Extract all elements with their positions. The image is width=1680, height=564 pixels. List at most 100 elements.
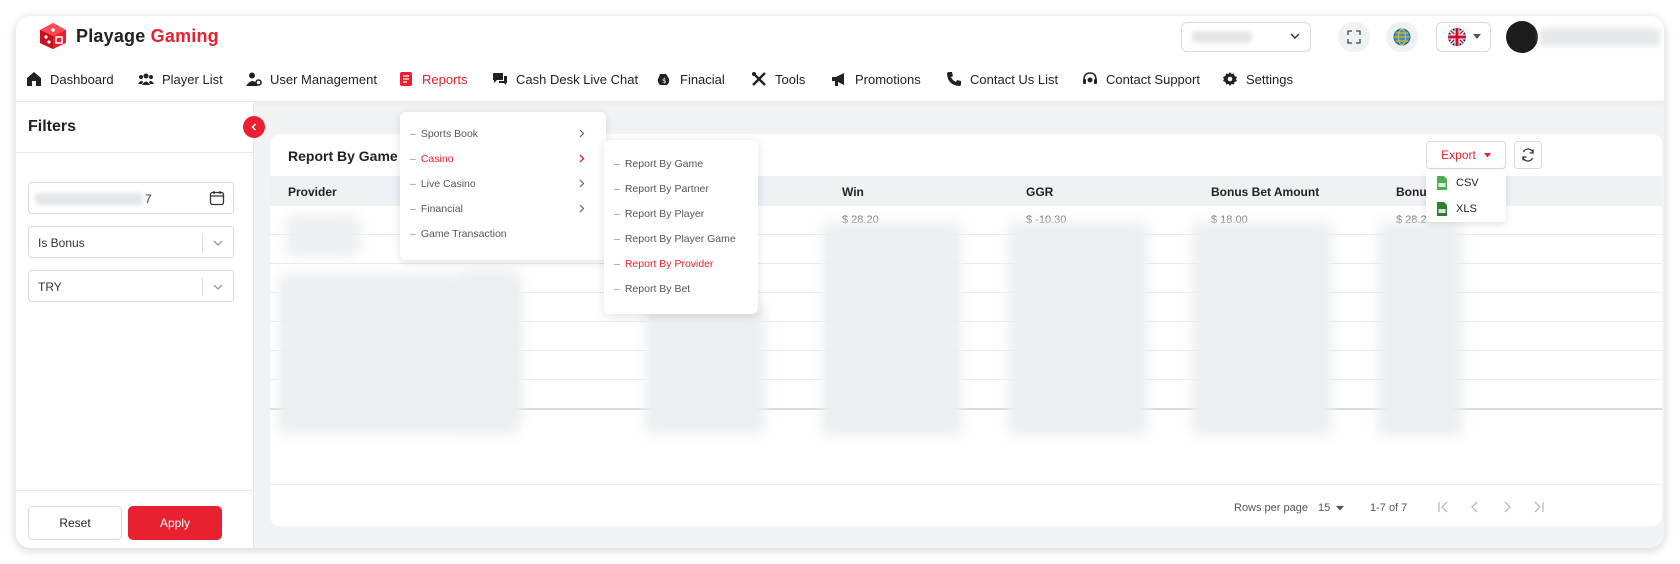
nav-reports[interactable]: Reports bbox=[398, 56, 468, 102]
brand-name: Playage Gaming bbox=[76, 25, 219, 46]
column-header-ggr[interactable]: GGR bbox=[1026, 185, 1053, 199]
menu-item-label: Report By Partner bbox=[624, 183, 709, 195]
export-dropdown-menu: CSV XLS bbox=[1426, 170, 1506, 222]
column-header-bonus-bet-amount[interactable]: Bonus Bet Amount bbox=[1211, 185, 1319, 199]
rows-per-page-select[interactable]: 15 bbox=[1318, 502, 1345, 514]
nav-settings[interactable]: Settings bbox=[1222, 56, 1293, 102]
nav-cash-desk-live-chat[interactable]: Cash Desk Live Chat bbox=[492, 56, 638, 102]
nav-player-list[interactable]: Player List bbox=[138, 56, 223, 102]
submenu-item-report-by-provider[interactable]: – Report By Provider bbox=[614, 258, 714, 270]
nav-label: Contact Support bbox=[1106, 71, 1200, 87]
fullscreen-icon bbox=[1347, 30, 1361, 44]
menu-item-live-casino[interactable]: – Live Casino bbox=[410, 178, 476, 190]
divider bbox=[16, 490, 254, 491]
tools-icon bbox=[752, 72, 766, 86]
brand-logo[interactable]: Playage Gaming bbox=[38, 22, 219, 50]
chat-icon bbox=[493, 73, 507, 85]
report-icon bbox=[400, 72, 412, 86]
chevron-down-icon bbox=[1290, 33, 1300, 39]
first-page-icon[interactable] bbox=[1436, 500, 1450, 514]
export-xls-item[interactable]: XLS bbox=[1436, 202, 1477, 216]
calendar-icon bbox=[209, 191, 225, 206]
previous-page-icon[interactable] bbox=[1468, 500, 1482, 514]
bonus-select[interactable]: Is Bonus bbox=[28, 226, 234, 258]
submenu-item-report-by-player[interactable]: – Report By Player bbox=[614, 208, 704, 220]
collapse-sidebar-button[interactable] bbox=[243, 116, 265, 138]
nav-label: Reports bbox=[422, 71, 468, 87]
gear-icon bbox=[1223, 72, 1237, 86]
menu-item-label: Casino bbox=[420, 153, 454, 165]
currency-select-value: TRY bbox=[38, 280, 62, 294]
submenu-item-report-by-partner[interactable]: – Report By Partner bbox=[614, 183, 709, 195]
user-name[interactable] bbox=[1540, 28, 1660, 46]
submenu-item-report-by-player-game[interactable]: – Report By Player Game bbox=[614, 233, 736, 245]
submenu-item-report-by-game[interactable]: – Report By Game bbox=[614, 158, 703, 170]
filters-title: Filters bbox=[28, 118, 77, 135]
nav-contact-us-list[interactable]: Contact Us List bbox=[946, 56, 1058, 102]
export-button[interactable]: Export bbox=[1426, 141, 1506, 169]
last-page-icon[interactable] bbox=[1532, 500, 1546, 514]
chevron-down-icon bbox=[213, 240, 223, 246]
megaphone-icon bbox=[832, 73, 844, 86]
column-header-provider[interactable]: Provider bbox=[288, 185, 337, 199]
timezone-button[interactable] bbox=[1386, 22, 1418, 52]
export-csv-label: CSV bbox=[1456, 177, 1479, 189]
nav-label: Cash Desk Live Chat bbox=[516, 71, 639, 87]
site-select[interactable] bbox=[1181, 22, 1311, 52]
chevron-left-icon bbox=[251, 123, 257, 131]
date-range-suffix: 7 bbox=[145, 192, 152, 206]
caret-down-icon bbox=[1336, 505, 1345, 510]
redacted-cell bbox=[460, 274, 520, 424]
page-title: Report By Game P bbox=[288, 148, 411, 164]
uk-flag-icon bbox=[1447, 28, 1466, 46]
home-icon bbox=[27, 72, 41, 86]
nav-tools[interactable]: Tools bbox=[751, 56, 805, 102]
column-header-win[interactable]: Win bbox=[842, 185, 864, 199]
money-icon: $ bbox=[657, 74, 670, 85]
xls-file-icon bbox=[1437, 202, 1447, 216]
main-nav: Dashboard Player List User Management Re… bbox=[16, 56, 1664, 102]
menu-item-casino[interactable]: – Casino bbox=[410, 153, 454, 165]
nav-label: Promotions bbox=[855, 71, 921, 87]
avatar[interactable] bbox=[1506, 21, 1538, 53]
date-range-field[interactable]: 7 bbox=[28, 182, 234, 214]
reset-button[interactable]: Reset bbox=[28, 506, 122, 540]
nav-label: Player List bbox=[162, 71, 223, 87]
svg-text:$: $ bbox=[662, 77, 666, 85]
refresh-button[interactable] bbox=[1514, 141, 1542, 169]
headset-icon bbox=[1083, 72, 1097, 84]
nav-promotions[interactable]: Promotions bbox=[831, 56, 921, 102]
menu-item-financial[interactable]: – Financial bbox=[410, 203, 463, 215]
menu-item-label: Report By Bet bbox=[624, 283, 691, 295]
menu-item-sports-book[interactable]: – Sports Book bbox=[410, 128, 478, 140]
apply-button[interactable]: Apply bbox=[128, 506, 222, 540]
submenu-item-report-by-bet[interactable]: – Report By Bet bbox=[614, 283, 690, 295]
menu-item-label: Report By Player Game bbox=[624, 233, 736, 245]
menu-item-game-transaction[interactable]: – Game Transaction bbox=[410, 228, 507, 240]
language-select[interactable] bbox=[1436, 22, 1491, 52]
menu-item-label: Game Transaction bbox=[420, 228, 507, 240]
nav-contact-support[interactable]: Contact Support bbox=[1082, 56, 1200, 102]
chevron-right-icon bbox=[579, 154, 585, 163]
app-window: Playage Gaming Dashboard Player List Use… bbox=[16, 16, 1664, 548]
currency-select[interactable]: TRY bbox=[28, 270, 234, 302]
menu-item-label: Live Casino bbox=[420, 178, 476, 190]
redacted-cell bbox=[1378, 222, 1462, 436]
rows-per-page-label: Rows per page bbox=[1234, 502, 1308, 514]
nav-dashboard[interactable]: Dashboard bbox=[26, 56, 114, 102]
divider bbox=[16, 152, 254, 153]
menu-item-label: Report By Player bbox=[624, 208, 705, 220]
phone-icon bbox=[947, 72, 961, 86]
csv-file-icon bbox=[1437, 176, 1447, 190]
nav-user-management[interactable]: User Management bbox=[246, 56, 377, 102]
globe-icon bbox=[1393, 28, 1411, 46]
divider bbox=[202, 234, 203, 252]
dice-logo-icon bbox=[40, 23, 66, 49]
nav-financial[interactable]: $ Finacial bbox=[656, 56, 725, 102]
export-csv-item[interactable]: CSV bbox=[1436, 176, 1479, 190]
next-page-icon[interactable] bbox=[1500, 500, 1514, 514]
reports-dropdown-menu: – Sports Book – Casino – Live Casino – Finan… bbox=[400, 112, 606, 260]
fullscreen-button[interactable] bbox=[1338, 22, 1370, 52]
divider bbox=[202, 278, 203, 296]
date-range-value bbox=[35, 193, 143, 205]
